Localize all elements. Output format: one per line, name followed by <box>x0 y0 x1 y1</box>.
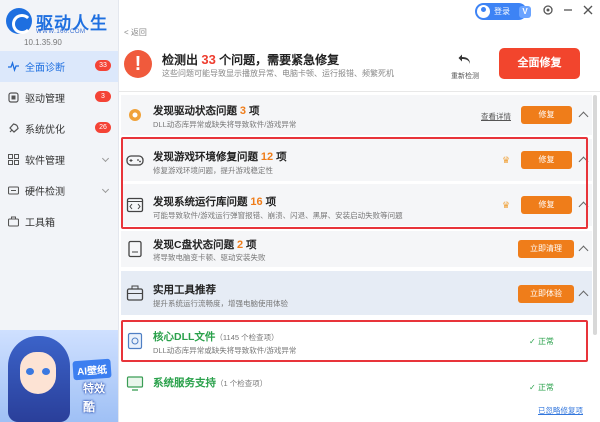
sidebar-item-label: 工具箱 <box>25 218 55 229</box>
user-avatar-icon <box>477 5 490 18</box>
scrollbar[interactable] <box>593 95 597 335</box>
count-badge: 33 <box>95 60 111 71</box>
app-version: 10.1.35.90 <box>24 38 62 47</box>
row-title: 发现游戏环境修复问题 12 项 <box>153 151 287 163</box>
vip-crown-icon: ♛ <box>502 155 511 165</box>
fix-button[interactable]: 修复 <box>521 106 572 124</box>
chevron-down-icon <box>101 185 110 194</box>
sidebar-item-label: 驱动管理 <box>25 94 65 105</box>
row-title: 发现驱动状态问题 3 项 <box>153 105 260 117</box>
sidebar-item-full-diagnosis[interactable]: 全面诊断 33 <box>0 51 118 82</box>
login-label: 登录 <box>494 7 510 16</box>
summary-title: 检测出 33 个问题，需要紧急修复 <box>162 52 340 67</box>
hardware-icon <box>7 185 20 196</box>
fix-button[interactable]: 修复 <box>521 196 572 214</box>
chevron-up-icon[interactable] <box>578 201 589 212</box>
status-ok: ✓ 正常 <box>529 383 554 392</box>
row-title: 系统服务支持（1 个检查项） <box>153 377 268 389</box>
status-ok: ✓ 正常 <box>529 337 554 346</box>
toolbox-icon <box>7 216 20 227</box>
promo-line-2: 特效 <box>83 383 105 395</box>
list-item-system-service: 系统服务支持（1 个检查项） ✓ 正常 <box>121 367 592 405</box>
toolbox-icon <box>126 284 144 302</box>
warning-icon: ! <box>124 50 152 78</box>
minimize-icon[interactable] <box>561 4 575 18</box>
sidebar-item-toolbox[interactable]: 工具箱 <box>0 206 118 237</box>
list-item-core-dll: 核心DLL文件（1145 个检查项） DLL动态库异常或缺失将导致软件/游戏异常… <box>121 321 592 361</box>
ignored-items-link[interactable]: 已忽略修复项 <box>538 405 583 416</box>
rescan-label: 重新检测 <box>451 73 479 80</box>
row-title: 实用工具推荐 <box>153 284 216 296</box>
chevron-down-icon <box>101 154 110 163</box>
row-subtitle: 可能导致软件/游戏运行弹窗报错、崩溃、闪退、黑屏、安装启动失败等问题 <box>153 211 403 220</box>
rescan-button[interactable]: 重新检测 <box>446 54 484 81</box>
row-title: 核心DLL文件（1145 个检查项） <box>153 331 279 343</box>
list-item-driver-status: 发现驱动状态问题 3 项 DLL动态库异常或缺失将导致软件/游戏异常 查看详情 … <box>121 95 592 135</box>
check-count: （1145 个检查项） <box>215 333 279 342</box>
settings-gear-icon[interactable] <box>541 4 555 18</box>
chevron-up-icon[interactable] <box>578 290 589 301</box>
rescan-arrow-icon <box>446 54 484 69</box>
chevron-up-icon[interactable] <box>578 111 589 122</box>
row-subtitle: 修复游戏环境问题，提升游戏稳定性 <box>153 166 273 175</box>
chevron-up-icon[interactable] <box>578 245 589 256</box>
disk-icon <box>126 240 144 258</box>
vip-badge[interactable]: V <box>519 6 531 18</box>
row-subtitle: 将导致电脑变卡顿、驱动安装失败 <box>153 253 266 262</box>
ai-wallpaper-promo[interactable]: AI壁纸 特效 酷 <box>0 330 118 422</box>
issue-count: 33 <box>201 52 216 67</box>
fix-button[interactable]: 修复 <box>521 151 572 169</box>
row-subtitle: 提升系统运行流畅度，增强电脑使用体验 <box>153 299 288 308</box>
summary-subtitle: 这些问题可能导致显示播放异常、电脑卡顿、运行报错、频繁死机 <box>162 69 394 78</box>
code-window-icon <box>126 196 144 214</box>
try-now-button[interactable]: 立即体验 <box>518 285 574 303</box>
driver-chip-icon <box>8 92 19 103</box>
sidebar-nav: 全面诊断 33 驱动管理 3 系统优化 26 软件管理 硬件检测 工具箱 <box>0 51 118 237</box>
grid-apps-icon <box>8 154 19 165</box>
shield-scan-icon <box>8 60 19 73</box>
gamepad-icon <box>126 151 144 169</box>
count-badge: 26 <box>95 122 111 133</box>
title-bar: 登录 V <box>119 0 600 25</box>
clean-now-button[interactable]: 立即清理 <box>518 240 574 258</box>
service-monitor-icon <box>126 375 144 393</box>
sidebar-item-label: 硬件检测 <box>25 187 65 198</box>
sidebar-item-label: 软件管理 <box>25 156 65 167</box>
issue-list: 发现驱动状态问题 3 项 DLL动态库异常或缺失将导致软件/游戏异常 查看详情 … <box>121 95 592 405</box>
promo-line-3: 酷 <box>82 400 95 414</box>
back-link[interactable]: < 返回 <box>124 27 147 38</box>
fix-all-button[interactable]: 全面修复 <box>499 48 580 79</box>
sidebar-item-label: 全面诊断 <box>25 63 65 74</box>
check-icon: ✓ <box>529 383 538 392</box>
rocket-icon <box>8 123 19 134</box>
list-item-system-runtime: 发现系统运行库问题 16 项 可能导致软件/游戏运行弹窗报错、崩溃、闪退、黑屏、… <box>121 184 592 226</box>
list-item-utilities: 实用工具推荐 提升系统运行流畅度，增强电脑使用体验 立即体验 <box>121 271 592 315</box>
chevron-up-icon[interactable] <box>578 156 589 167</box>
vip-crown-icon: ♛ <box>502 200 511 210</box>
sidebar-item-hardware-check[interactable]: 硬件检测 <box>0 175 118 206</box>
view-details-link[interactable]: 查看详情 <box>481 111 511 122</box>
sidebar: 驱动人生 WWW.160.COM 10.1.35.90 全面诊断 33 驱动管理… <box>0 0 119 422</box>
row-subtitle: DLL动态库异常或缺失将导致软件/游戏异常 <box>153 120 297 129</box>
row-title: 发现系统运行库问题 16 项 <box>153 196 277 208</box>
list-item-game-environment: 发现游戏环境修复问题 12 项 修复游戏环境问题，提升游戏稳定性 ♛ 修复 <box>121 139 592 181</box>
sidebar-item-label: 系统优化 <box>25 125 65 136</box>
check-icon: ✓ <box>529 337 538 346</box>
row-title: 发现C盘状态问题 2 项 <box>153 239 257 251</box>
count-badge: 3 <box>95 91 111 102</box>
sidebar-item-software-management[interactable]: 软件管理 <box>0 144 118 175</box>
app-url: WWW.160.COM <box>36 29 86 35</box>
list-item-c-drive: 发现C盘状态问题 2 项 将导致电脑变卡顿、驱动安装失败 立即清理 <box>121 231 592 267</box>
sidebar-item-system-optimize[interactable]: 系统优化 26 <box>0 113 118 144</box>
check-count: （1 个检查项） <box>216 379 268 388</box>
logo-mark-icon <box>6 8 32 34</box>
close-icon[interactable] <box>581 4 595 18</box>
divider <box>119 91 600 92</box>
row-subtitle: DLL动态库异常或缺失将导致软件/游戏异常 <box>153 346 297 355</box>
dll-file-icon <box>126 332 144 350</box>
sidebar-item-driver-management[interactable]: 驱动管理 3 <box>0 82 118 113</box>
promo-tag: AI壁纸 <box>72 358 112 381</box>
gear-icon <box>126 106 144 124</box>
